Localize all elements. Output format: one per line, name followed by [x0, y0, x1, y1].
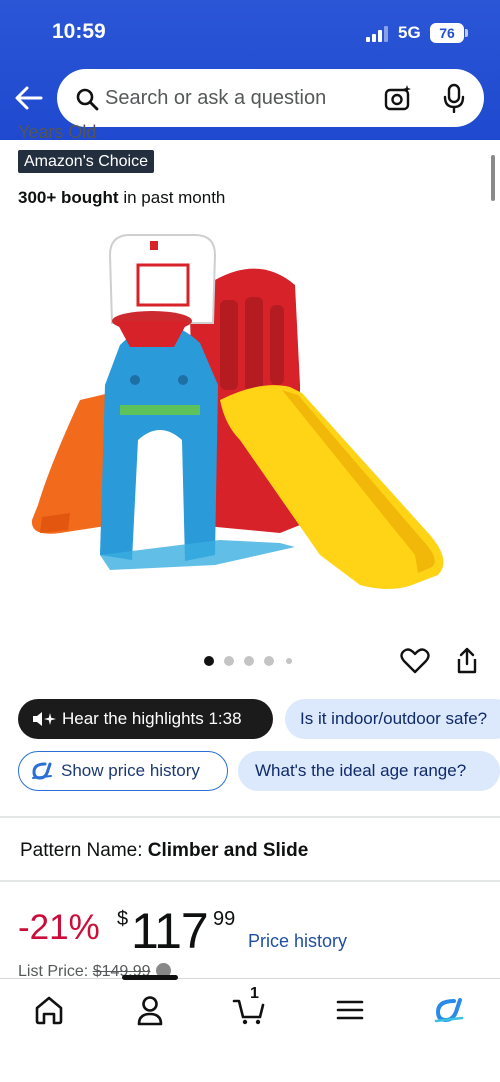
- speaker-sparkle-icon: [33, 712, 56, 726]
- search-icon: [76, 88, 99, 111]
- price-currency: $: [117, 908, 129, 930]
- camera-icon[interactable]: [384, 84, 412, 112]
- pattern-name[interactable]: Pattern Name: Climber and Slide: [20, 840, 308, 862]
- signal-icon: [366, 26, 388, 42]
- question-chip-age-range[interactable]: What's the ideal age range?: [238, 751, 500, 791]
- search-input[interactable]: Search or ask a question: [57, 69, 484, 127]
- network-label: 5G: [398, 23, 421, 42]
- hear-highlights-label: Hear the highlights 1:38: [62, 709, 242, 728]
- status-time: 10:59: [52, 20, 106, 43]
- page-dot[interactable]: [286, 658, 292, 664]
- page-dot[interactable]: [264, 656, 274, 666]
- price-whole: 117: [131, 903, 209, 959]
- product-image[interactable]: [20, 225, 460, 615]
- bought-count-suffix: in past month: [118, 188, 226, 207]
- rufus-icon: [32, 762, 52, 780]
- bought-count: 300+ bought in past month: [18, 188, 225, 208]
- hear-highlights-button[interactable]: Hear the highlights 1:38: [18, 699, 273, 739]
- header: 10:59 5G 76 Search or ask a question: [0, 0, 500, 140]
- divider: [0, 880, 500, 882]
- home-icon[interactable]: [32, 993, 66, 1027]
- scrollbar[interactable]: [491, 155, 495, 201]
- home-indicator: [122, 975, 178, 980]
- back-arrow-icon[interactable]: [14, 84, 44, 112]
- cart-count: 1: [250, 985, 259, 1002]
- page-dot[interactable]: [224, 656, 234, 666]
- battery-icon: 76: [430, 23, 464, 43]
- partial-title: Years Old: [18, 122, 97, 138]
- heart-icon[interactable]: [400, 647, 430, 675]
- page-dot[interactable]: [244, 656, 254, 666]
- price-fraction: 99: [213, 908, 236, 930]
- account-icon[interactable]: [133, 993, 167, 1027]
- discount-percent: -21%: [18, 908, 100, 947]
- microphone-icon[interactable]: [443, 83, 465, 113]
- question-chip-indoor-outdoor[interactable]: Is it indoor/outdoor safe?: [285, 699, 500, 739]
- pattern-value: Climber and Slide: [147, 840, 309, 861]
- bought-count-bold: 300+ bought: [18, 188, 119, 207]
- bottom-nav: 1: [0, 978, 500, 1082]
- show-price-history-button[interactable]: Show price history: [18, 751, 228, 791]
- cart-icon[interactable]: [232, 993, 266, 1027]
- question-chip-label: Is it indoor/outdoor safe?: [300, 709, 488, 728]
- page-dot-active[interactable]: [204, 656, 214, 666]
- amazons-choice-badge: Amazon's Choice: [18, 150, 154, 173]
- question-chip-label: What's the ideal age range?: [255, 761, 467, 780]
- menu-icon[interactable]: [333, 993, 367, 1027]
- pattern-label: Pattern Name:: [20, 840, 143, 861]
- battery-tip: [465, 29, 468, 37]
- divider: [0, 816, 500, 818]
- share-icon[interactable]: [455, 647, 479, 675]
- price-history-link[interactable]: Price history: [248, 931, 347, 952]
- list-price-label: List Price:: [18, 963, 93, 978]
- rufus-assistant-icon[interactable]: [432, 993, 466, 1027]
- show-price-history-label: Show price history: [61, 761, 200, 780]
- search-placeholder: Search or ask a question: [105, 87, 327, 109]
